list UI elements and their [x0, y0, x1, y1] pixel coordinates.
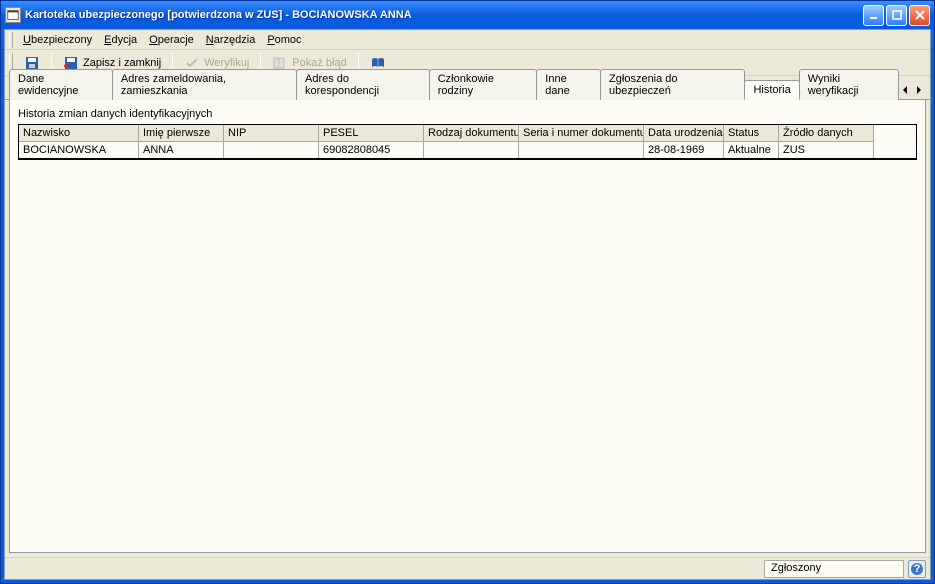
show-error-label: Pokaż błąd [292, 57, 346, 69]
cell-rodzaj [424, 142, 519, 158]
grid-header: Nazwisko Imię pierwsze NIP PESEL Rodzaj … [19, 125, 916, 142]
menu-pomoc[interactable]: Pomoc [261, 32, 307, 48]
svg-text:!: ! [278, 57, 281, 69]
cell-zrodlo: ZUS [779, 142, 874, 158]
cell-pesel: 69082808045 [319, 142, 424, 158]
tab-zgloszenia[interactable]: Zgłoszenia do ubezpieczeń [600, 69, 745, 100]
titlebar[interactable]: Kartoteka ubezpieczonego [potwierdzona w… [1, 1, 934, 29]
save-close-label: Zapisz i zamknij [83, 57, 161, 69]
tab-dane-ewidencyjne[interactable]: Dane ewidencyjne [9, 69, 113, 100]
cell-data: 28-08-1969 [644, 142, 724, 158]
menu-operacje[interactable]: Operacje [143, 32, 200, 48]
col-imie[interactable]: Imię pierwsze [139, 125, 224, 142]
status-help-button[interactable]: ? [908, 560, 926, 578]
col-data[interactable]: Data urodzenia [644, 125, 724, 142]
svg-text:?: ? [914, 563, 921, 575]
col-status[interactable]: Status [724, 125, 779, 142]
app-icon [5, 7, 21, 23]
tab-czlonkowie-rodziny[interactable]: Członkowie rodziny [429, 69, 538, 100]
tab-historia[interactable]: Historia [744, 80, 799, 100]
col-nip[interactable]: NIP [224, 125, 319, 142]
cell-imie: ANNA [139, 142, 224, 158]
menubar: Ubezpieczony Edycja Operacje Narzędzia P… [5, 30, 930, 50]
close-button[interactable] [909, 5, 930, 26]
col-zrodlo[interactable]: Źródło danych [779, 125, 874, 142]
statusbar: Zgłoszony ? [5, 557, 930, 579]
tab-scroll-right[interactable] [912, 81, 926, 99]
history-grid[interactable]: Nazwisko Imię pierwsze NIP PESEL Rodzaj … [18, 124, 917, 160]
menubar-grip[interactable] [9, 32, 13, 48]
verify-label: Weryfikuj [204, 57, 249, 69]
window-title: Kartoteka ubezpieczonego [potwierdzona w… [25, 9, 863, 21]
tab-inne-dane[interactable]: Inne dane [536, 69, 601, 100]
tab-adres-zameldowania[interactable]: Adres zameldowania, zamieszkania [112, 69, 297, 100]
tab-content: Historia zmian danych identyfikacyjnych … [9, 100, 926, 553]
section-title: Historia zmian danych identyfikacyjnych [18, 108, 917, 120]
tab-wyniki-weryfikacji[interactable]: Wyniki weryfikacji [799, 69, 899, 100]
app-window: Kartoteka ubezpieczonego [potwierdzona w… [0, 0, 935, 584]
menu-narzedzia[interactable]: Narzędzia [200, 32, 262, 48]
tab-scroll-left[interactable] [898, 81, 912, 99]
tabstrip: Dane ewidencyjne Adres zameldowania, zam… [5, 76, 930, 100]
menu-edycja[interactable]: Edycja [98, 32, 143, 48]
cell-nazwisko: BOCIANOWSKA [19, 142, 139, 158]
client-area: Ubezpieczony Edycja Operacje Narzędzia P… [4, 29, 931, 580]
menu-ubezpieczony[interactable]: Ubezpieczony [17, 32, 98, 48]
cell-seria [519, 142, 644, 158]
grid-row[interactable]: BOCIANOWSKA ANNA 69082808045 28-08-1969 … [19, 142, 916, 159]
minimize-button[interactable] [863, 5, 884, 26]
maximize-button[interactable] [886, 5, 907, 26]
col-seria[interactable]: Seria i numer dokumentu [519, 125, 644, 142]
col-nazwisko[interactable]: Nazwisko [19, 125, 139, 142]
col-rodzaj[interactable]: Rodzaj dokumentu [424, 125, 519, 142]
cell-nip [224, 142, 319, 158]
col-pesel[interactable]: PESEL [319, 125, 424, 142]
status-text: Zgłoszony [764, 560, 904, 578]
cell-status: Aktualne [724, 142, 779, 158]
tab-adres-korespondencji[interactable]: Adres do korespondencji [296, 69, 430, 100]
